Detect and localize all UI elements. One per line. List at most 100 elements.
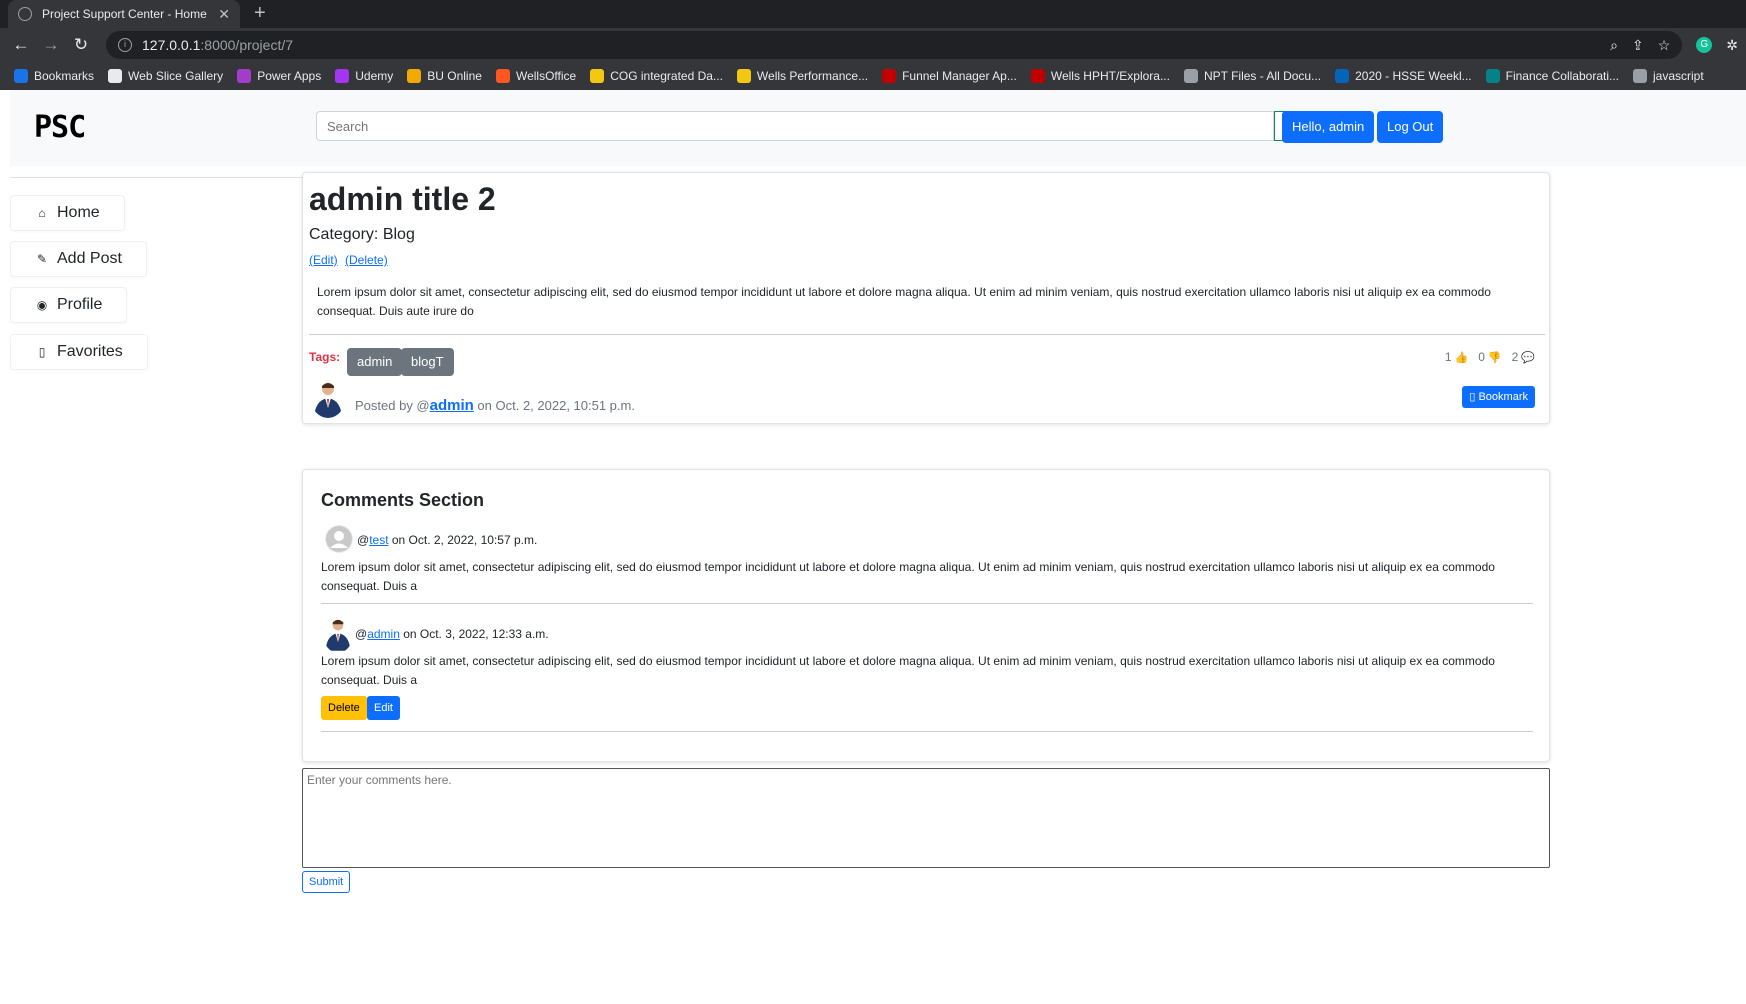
sidebar-item-label: Profile: [57, 296, 103, 313]
app-header: PSC Hello, admin Log Out: [10, 90, 1746, 166]
search-form: [316, 111, 1308, 141]
submit-button[interactable]: Submit: [302, 871, 351, 893]
bookmark-item[interactable]: Bookmarks: [14, 69, 94, 83]
url-host: 127.0.0.1: [142, 37, 201, 53]
comment-icon: 💬: [1521, 352, 1535, 364]
bookmark-icon: ▯: [1469, 391, 1476, 403]
bookmark-icon: ▯: [38, 345, 46, 359]
comment-avatar: [323, 615, 353, 653]
comment-date: on Oct. 2, 2022, 10:57 p.m.: [388, 533, 538, 547]
tags-label: Tags:: [309, 350, 341, 364]
extension-icon[interactable]: ✲: [1726, 37, 1738, 54]
star-icon[interactable]: ☆: [1658, 37, 1671, 54]
logo[interactable]: PSC: [34, 110, 86, 145]
post-title: admin title 2: [309, 181, 496, 217]
browser-tabbar: Project Support Center - Home ✕ +: [0, 0, 1746, 28]
bookmark-label: 2020 - HSSE Weekl...: [1355, 69, 1472, 83]
bookmark-label: NPT Files - All Docu...: [1203, 69, 1322, 83]
dislikes-value: 0: [1478, 350, 1485, 364]
edit-comment-button[interactable]: Edit: [367, 696, 400, 720]
post-body: Lorem ipsum dolor sit amet, consectetur …: [317, 285, 1491, 318]
share-icon[interactable]: ⇪: [1632, 37, 1644, 54]
page: PSC Hello, admin Log Out ⌂ Home ✎ Add Post…: [0, 90, 1746, 1004]
author-link[interactable]: admin: [430, 397, 474, 414]
logout-button[interactable]: Log Out: [1377, 111, 1444, 143]
divider: [309, 334, 1545, 335]
sidebar-item-label: Add Post: [57, 250, 122, 267]
tag-badge[interactable]: admin: [347, 348, 403, 376]
bookmark-label: Wells HPHT/Explora...: [1050, 69, 1170, 83]
browser-tab[interactable]: Project Support Center - Home ✕: [8, 0, 240, 28]
bookmark-item[interactable]: Funnel Manager Ap...: [882, 69, 1017, 83]
forward-icon[interactable]: →: [38, 32, 64, 58]
sidebar-item-favorites[interactable]: ▯ Favorites: [10, 334, 148, 370]
hello-user-button[interactable]: Hello, admin: [1282, 111, 1375, 143]
thumbs-up-icon: 👍: [1454, 352, 1469, 364]
comments-count: 2 💬: [1512, 350, 1535, 364]
bookmark-label: Power Apps: [257, 69, 322, 83]
bookmark-item[interactable]: javascript: [1633, 69, 1704, 83]
bookmark-item[interactable]: Wells Performance...: [736, 69, 869, 83]
bookmark-item[interactable]: Finance Collaborati...: [1485, 69, 1619, 83]
divider: [321, 731, 1533, 732]
bookmark-item[interactable]: BU Online: [407, 69, 482, 83]
pencil-icon: ✎: [36, 252, 48, 266]
bookmark-item[interactable]: COG integrated Da...: [590, 69, 723, 83]
sidebar-item-profile[interactable]: ◉ Profile: [10, 287, 128, 323]
bookmark-item[interactable]: 2020 - HSSE Weekl...: [1335, 69, 1472, 83]
comment-meta: @admin on Oct. 3, 2022, 12:33 a.m.: [355, 627, 549, 641]
grammarly-extension-icon[interactable]: G: [1696, 37, 1713, 53]
comment-input[interactable]: [302, 768, 1550, 868]
delete-post-link[interactable]: (Delete): [345, 253, 388, 267]
tab-title: Project Support Center - Home: [42, 7, 207, 21]
zoom-icon[interactable]: ⌕: [1610, 37, 1618, 54]
bookmark-label: Udemy: [355, 69, 394, 83]
post-stats: 1 👍 0 👎 2 💬: [1445, 350, 1535, 364]
bookmark-item[interactable]: Wells HPHT/Explora...: [1030, 69, 1170, 83]
bookmark-favicon-icon: [590, 69, 605, 83]
bookmark-item[interactable]: NPT Files - All Docu...: [1183, 69, 1322, 83]
comments-value: 2: [1511, 350, 1519, 364]
bookmark-label: Web Slice Gallery: [128, 69, 224, 83]
bookmark-favicon-icon: [1633, 69, 1647, 83]
site-info-icon[interactable]: i: [118, 38, 132, 52]
close-tab-icon[interactable]: ✕: [218, 6, 230, 23]
bookmark-favicon-icon: [1335, 69, 1350, 83]
delete-comment-button[interactable]: Delete: [321, 696, 367, 720]
bookmark-favicon-icon: [14, 69, 28, 83]
bookmark-favicon-icon: [1030, 69, 1045, 83]
comment-user-link[interactable]: test: [369, 533, 388, 547]
bookmark-favicon-icon: [736, 69, 751, 83]
sidebar-item-add-post[interactable]: ✎ Add Post: [10, 241, 147, 277]
browser-toolbar: ← → ↻ i 127.0.0.1:8000/project/7 ⌕ ⇪ ☆ G…: [0, 28, 1746, 62]
search-input[interactable]: [316, 111, 1274, 141]
sidebar-item-label: Home: [57, 204, 100, 221]
url-path: :8000/project/7: [200, 37, 294, 53]
comment-user-link[interactable]: admin: [367, 627, 400, 641]
bookmark-item[interactable]: Power Apps: [237, 69, 321, 83]
sidebar-item-home[interactable]: ⌂ Home: [10, 195, 125, 231]
bookmark-button[interactable]: ▯ Bookmark: [1462, 386, 1535, 408]
likes-value: 1: [1444, 350, 1452, 364]
bookmark-favicon-icon: [1183, 69, 1198, 83]
bookmark-item[interactable]: WellsOffice: [495, 69, 576, 83]
sidebar-item-label: Favorites: [57, 343, 123, 360]
bookmark-item[interactable]: Udemy: [335, 69, 393, 83]
dislikes-count[interactable]: 0 👎: [1478, 350, 1501, 364]
edit-post-link[interactable]: (Edit): [309, 253, 338, 267]
back-icon[interactable]: ←: [8, 32, 34, 58]
bookmark-label: Bookmarks: [34, 69, 95, 83]
address-bar[interactable]: i 127.0.0.1:8000/project/7 ⌕ ⇪ ☆: [106, 31, 1683, 59]
new-tab-icon[interactable]: +: [254, 0, 266, 28]
likes-count[interactable]: 1 👍: [1445, 350, 1468, 364]
bookmark-label: Wells Performance...: [756, 69, 869, 83]
bookmark-label: Finance Collaborati...: [1505, 69, 1619, 83]
bookmark-favicon-icon: [882, 69, 897, 83]
post-category: Category: Blog: [309, 226, 415, 243]
reload-icon[interactable]: ↻: [68, 32, 94, 58]
bookmark-item[interactable]: Web Slice Gallery: [108, 69, 223, 83]
tag-badge[interactable]: blogT: [401, 348, 454, 376]
divider: [321, 603, 1533, 604]
posted-date: on Oct. 2, 2022, 10:51 p.m.: [473, 398, 635, 413]
bookmark-favicon-icon: [1485, 69, 1500, 83]
